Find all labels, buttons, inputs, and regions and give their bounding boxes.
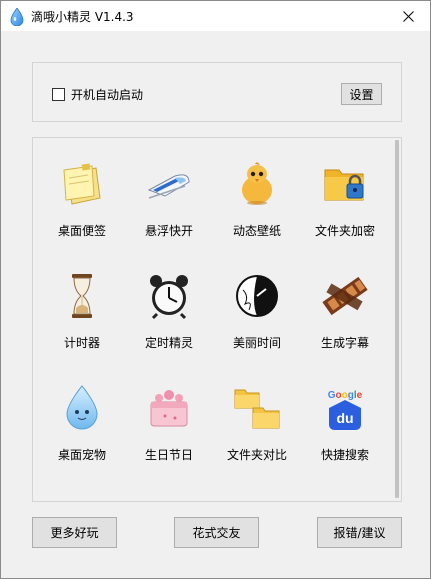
tool-label: 快捷搜索 <box>320 448 369 462</box>
tool-label: 桌面宠物 <box>57 448 106 462</box>
tool-label: 悬浮快开 <box>144 224 193 238</box>
tool-label: 文件夹加密 <box>314 224 375 238</box>
tool-generate-subtitles[interactable]: 生成字幕 <box>301 272 389 372</box>
tool-desktop-pet[interactable]: 桌面宠物 <box>38 384 126 484</box>
tool-folder-encrypt[interactable]: 文件夹加密 <box>301 160 389 260</box>
autostart-checkbox-wrap[interactable]: 开机自动启动 <box>52 86 143 103</box>
tool-quick-search[interactable]: Google du 快捷搜索 <box>301 384 389 484</box>
title-bar[interactable]: 滴哦小精灵 V1.4.3 <box>1 1 430 31</box>
tool-label: 桌面便签 <box>57 224 106 238</box>
tool-scheduler[interactable]: 定时精灵 <box>125 272 213 372</box>
film-strip-icon <box>322 276 368 316</box>
water-drop-app-icon <box>10 8 24 26</box>
hourglass-icon <box>72 274 92 318</box>
report-feedback-button[interactable]: 报错/建议 <box>317 517 402 548</box>
settings-button[interactable]: 设置 <box>341 83 382 105</box>
tool-label: 定时精灵 <box>144 336 193 350</box>
svg-text:du: du <box>336 410 353 426</box>
tool-live-wallpaper[interactable]: 动态壁纸 <box>213 160 301 260</box>
tool-birthday-holidays[interactable]: 生日节日 <box>125 384 213 484</box>
tool-label: 计时器 <box>63 336 100 350</box>
water-drop-pet-icon <box>66 385 98 430</box>
bullet-train-icon <box>147 174 190 199</box>
gift-cake-icon <box>150 390 188 427</box>
baidu-search-icon: Google du <box>328 390 363 430</box>
window-title: 滴哦小精灵 V1.4.3 <box>31 10 134 24</box>
tool-label: 美丽时间 <box>232 336 281 350</box>
tool-sticky-notes[interactable]: 桌面便签 <box>38 160 126 260</box>
close-button[interactable] <box>386 1 430 31</box>
locked-folder-icon <box>324 169 364 201</box>
chick-icon <box>242 162 272 205</box>
tool-folder-compare[interactable]: 文件夹对比 <box>213 384 301 484</box>
main-window: 滴哦小精灵 V1.4.3 开机自动启动 设置 桌面便签 悬浮快开 动态壁纸 文件… <box>0 0 431 579</box>
vertical-scrollbar[interactable] <box>395 140 399 498</box>
tools-panel: 桌面便签 悬浮快开 动态壁纸 文件夹加密 计时器 定时精灵 美丽时间 生成字幕 … <box>32 137 402 502</box>
folder-compare-icon <box>234 389 280 429</box>
tool-label: 动态壁纸 <box>232 224 281 238</box>
tool-label: 生成字幕 <box>320 336 369 350</box>
tool-timer[interactable]: 计时器 <box>38 272 126 372</box>
tool-float-launcher[interactable]: 悬浮快开 <box>125 160 213 260</box>
autostart-label: 开机自动启动 <box>71 88 144 102</box>
autostart-group: 开机自动启动 设置 <box>32 62 402 122</box>
alarm-clock-icon <box>150 275 188 320</box>
make-friends-button[interactable]: 花式交友 <box>174 517 259 548</box>
autostart-checkbox[interactable] <box>52 88 65 101</box>
art-clock-icon <box>236 275 278 317</box>
tool-beautiful-time[interactable]: 美丽时间 <box>213 272 301 372</box>
tool-label: 生日节日 <box>144 448 193 462</box>
close-icon <box>402 10 414 22</box>
more-fun-button[interactable]: 更多好玩 <box>32 517 117 548</box>
svg-text:Google: Google <box>328 390 363 401</box>
sticky-notes-icon <box>63 163 101 205</box>
tool-label: 文件夹对比 <box>226 448 287 462</box>
